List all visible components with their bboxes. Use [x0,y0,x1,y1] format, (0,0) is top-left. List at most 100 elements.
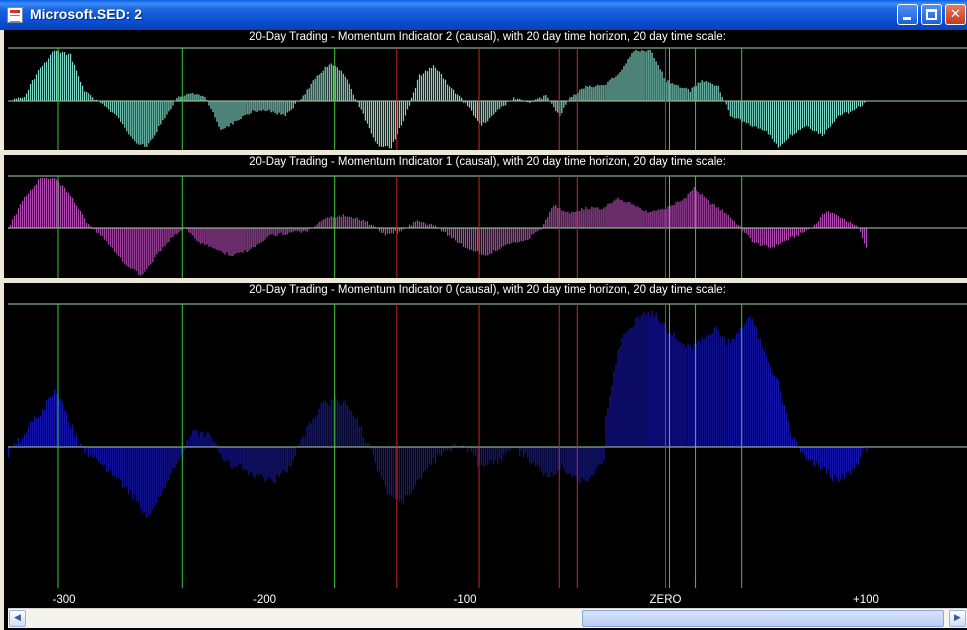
x-axis: -300 -200 -100 ZERO +100 [8,588,967,608]
momentum-bar [352,218,354,228]
momentum-bar [104,228,106,240]
momentum-bar [436,447,439,454]
momentum-bar [657,64,659,101]
momentum-bar [372,101,374,138]
momentum-bar [420,75,423,101]
momentum-bar [645,315,647,447]
momentum-bar [856,101,858,109]
momentum-bar [657,209,659,228]
momentum-indicator-1-chart [8,175,967,278]
momentum-bar [581,447,583,478]
momentum-bar [473,228,475,252]
momentum-bar [854,101,856,110]
momentum-bar [66,412,68,447]
momentum-bar [392,447,394,498]
momentum-bar [841,447,844,475]
momentum-bar [264,101,266,111]
momentum-bar [593,87,595,101]
momentum-bar [625,333,627,447]
scroll-left-arrow-icon[interactable]: ◀ [9,610,26,627]
momentum-bar [835,214,838,228]
momentum-bar [164,447,166,488]
momentum-bar [557,207,559,228]
momentum-bar [459,95,461,101]
momentum-bar [759,101,761,129]
maximize-button[interactable] [921,4,942,25]
momentum-bar [284,101,286,116]
momentum-bar [106,447,108,472]
app-icon[interactable] [7,7,23,23]
momentum-bar [302,228,304,232]
momentum-bar [130,447,132,491]
title-bar[interactable]: Microsoft.SED: 2 ✕ [0,0,967,30]
momentum-bar [78,76,80,101]
momentum-bar [767,228,769,248]
momentum-bar [601,85,603,101]
momentum-bar [503,447,505,455]
momentum-bar [386,228,388,234]
momentum-bar [507,228,509,245]
momentum-bar [771,101,773,139]
momentum-bar [841,218,844,228]
momentum-bar [607,81,609,101]
momentum-bar [743,324,745,447]
momentum-bar [248,101,250,115]
momentum-bar [543,223,545,228]
momentum-bar [382,447,384,481]
momentum-bar [467,228,469,249]
momentum-bar [497,447,499,464]
momentum-bar [68,53,70,101]
momentum-bar [168,101,170,112]
momentum-bar [434,67,437,101]
momentum-bar [178,228,180,233]
momentum-bar [765,228,767,246]
momentum-bar [142,447,144,514]
momentum-bar [150,447,152,515]
momentum-bar [382,101,384,147]
momentum-bar [72,198,74,228]
momentum-bar [795,101,797,133]
minimize-button[interactable] [897,4,918,25]
momentum-bar [663,209,665,228]
momentum-bar [767,362,769,447]
momentum-bar [88,447,90,458]
momentum-bar [360,220,362,228]
momentum-bar [226,101,228,127]
x-tick-label: -300 [52,594,76,606]
scroll-right-arrow-icon[interactable]: ▶ [949,610,966,627]
momentum-bar [759,338,761,447]
momentum-bar [278,101,280,113]
momentum-bar [721,336,723,447]
momentum-bar [146,228,148,269]
close-button[interactable]: ✕ [945,4,966,25]
momentum-bar [66,55,68,101]
momentum-bar [815,223,818,228]
momentum-bar [709,335,711,447]
momentum-bar [637,315,639,447]
momentum-bar [631,327,633,447]
momentum-bar [711,333,713,447]
momentum-bar [475,228,477,252]
momentum-bar [142,228,144,274]
momentum-bar [236,101,238,121]
momentum-bar [503,228,505,246]
momentum-bar [493,447,495,464]
momentum-bar [196,228,198,241]
momentum-bar [585,447,587,482]
scrollbar-thumb[interactable] [582,610,944,627]
momentum-bar [366,221,368,228]
momentum-bar [627,59,629,101]
momentum-bar [270,447,272,479]
momentum-bar [384,101,386,147]
momentum-bar [25,93,28,101]
momentum-bar [545,447,547,473]
momentum-bar [745,101,747,124]
momentum-bar [475,447,477,457]
momentum-bar [158,447,160,497]
momentum-bar [378,447,380,472]
momentum-bar [761,101,763,131]
momentum-bar [775,228,777,244]
momentum-bar [316,415,318,447]
momentum-bar [629,327,631,447]
horizontal-scrollbar[interactable]: ◀ ▶ [8,608,967,628]
